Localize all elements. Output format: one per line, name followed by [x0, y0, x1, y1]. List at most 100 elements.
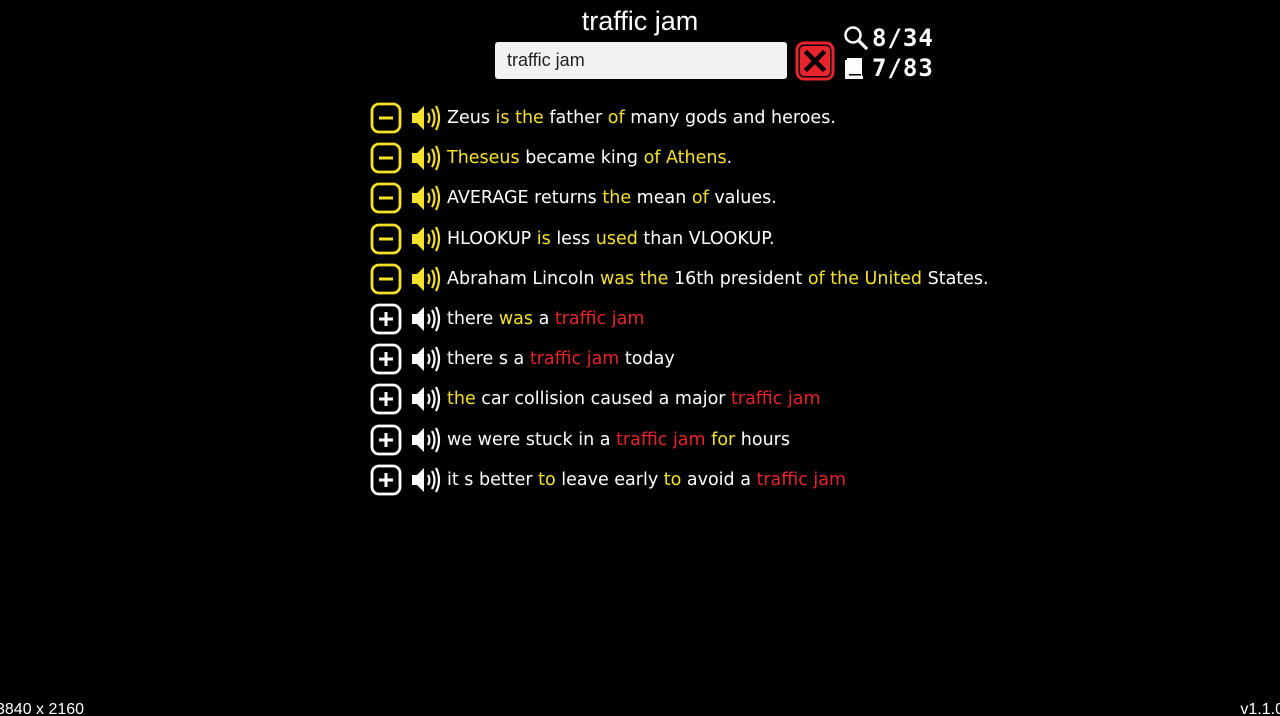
search-match-word: traffic jam	[616, 429, 706, 450]
play-audio-button[interactable]	[409, 424, 441, 456]
sentence-row: Zeus is the father of many gods and hero…	[369, 98, 1169, 138]
remove-sentence-button[interactable]	[369, 181, 403, 215]
speaker-icon	[412, 226, 441, 252]
speaker-icon	[412, 145, 441, 171]
sentence-row: Abraham Lincoln was the 16th president o…	[369, 259, 1169, 299]
known-word: is the	[495, 108, 544, 129]
book-icon	[845, 58, 863, 79]
search-match-word: traffic jam	[756, 469, 847, 490]
word: AVERAGE returns	[447, 188, 603, 209]
speaker-icon	[412, 105, 441, 131]
plus-icon	[370, 343, 402, 375]
known-word: of Athens	[643, 148, 727, 169]
page-title: traffic jam	[581, 6, 699, 36]
magnifier-icon	[844, 26, 869, 51]
sentence-text: Theseus became king of Athens.	[447, 148, 732, 168]
add-sentence-button[interactable]	[369, 463, 403, 497]
known-word: the	[447, 389, 476, 410]
sentence-text: Zeus is the father of many gods and hero…	[447, 108, 836, 128]
word: avoid a	[681, 469, 757, 490]
resolution-label: 3840 x 2160	[0, 701, 85, 716]
word: father	[543, 108, 608, 129]
remove-sentence-button[interactable]	[369, 262, 403, 296]
word: a	[533, 309, 555, 330]
sentence-text: Abraham Lincoln was the 16th president o…	[447, 269, 989, 289]
sentence-row: we were stuck in a traffic jam for hours	[369, 420, 1169, 460]
play-audio-button[interactable]	[409, 142, 441, 174]
speaker-icon	[412, 346, 441, 372]
word: it s better	[447, 469, 539, 490]
plus-icon	[370, 303, 402, 335]
speaker-icon	[412, 306, 441, 332]
sentence-row: HLOOKUP is less used than VLOOKUP.	[369, 219, 1169, 259]
sentence-row: there was a traffic jam	[369, 299, 1169, 339]
search-input[interactable]	[495, 42, 787, 79]
clear-search-button[interactable]	[795, 41, 835, 81]
minus-icon	[370, 142, 402, 174]
word: Zeus	[447, 108, 490, 129]
sentence-text: there was a traffic jam	[447, 309, 644, 329]
word: less	[550, 228, 596, 249]
remove-sentence-button[interactable]	[369, 222, 403, 256]
known-word: to	[663, 469, 682, 490]
speaker-icon	[412, 467, 441, 493]
minus-icon	[370, 223, 402, 255]
add-sentence-button[interactable]	[369, 302, 403, 336]
sentence-text: it s better to leave early to avoid a tr…	[447, 470, 846, 490]
play-audio-button[interactable]	[409, 303, 441, 335]
speaker-icon	[412, 185, 441, 211]
known-word: used	[595, 228, 638, 249]
play-audio-button[interactable]	[409, 343, 441, 375]
word: many gods and heroes.	[624, 108, 836, 129]
known-word: to	[538, 469, 556, 490]
stats-panel: 8/34 7/83	[843, 23, 953, 83]
search-match-word: traffic jam	[731, 389, 821, 410]
minus-icon	[370, 183, 402, 214]
search-count-row: 8/34	[843, 23, 953, 53]
remove-sentence-button[interactable]	[369, 141, 403, 175]
word: leave early	[555, 469, 664, 490]
word: became king	[519, 148, 644, 169]
sentence-row: AVERAGE returns the mean of values.	[369, 178, 1169, 218]
play-audio-button[interactable]	[409, 383, 441, 415]
play-audio-button[interactable]	[409, 182, 441, 214]
word: States.	[922, 268, 989, 289]
word: car collision caused a major	[475, 389, 732, 410]
version-label: v1.1.0	[1240, 701, 1280, 716]
sentence-text: we were stuck in a traffic jam for hours	[447, 430, 790, 450]
known-word: was the	[599, 268, 669, 289]
play-audio-button[interactable]	[409, 263, 441, 295]
add-sentence-button[interactable]	[369, 423, 403, 457]
word: values.	[708, 188, 777, 209]
sentence-row: Theseus became king of Athens.	[369, 138, 1169, 178]
play-audio-button[interactable]	[409, 102, 441, 134]
known-word: of	[607, 108, 625, 129]
word: than VLOOKUP.	[637, 228, 775, 249]
add-sentence-button[interactable]	[369, 382, 403, 416]
book-count: 7/83	[872, 54, 934, 82]
minus-icon	[370, 263, 402, 295]
add-sentence-button[interactable]	[369, 342, 403, 376]
app-root: traffic jam 8/34 7/83 Zeus is the	[0, 0, 1280, 716]
word: today	[619, 349, 675, 370]
sentence-text: HLOOKUP is less used than VLOOKUP.	[447, 229, 775, 249]
known-word: was	[498, 309, 534, 330]
search-count: 8/34	[872, 24, 934, 52]
close-icon	[795, 41, 835, 81]
sentence-row: the car collision caused a major traffic…	[369, 379, 1169, 419]
play-audio-button[interactable]	[409, 223, 441, 255]
play-audio-button[interactable]	[409, 464, 441, 496]
sentence-text: there s a traffic jam today	[447, 349, 675, 369]
word: there	[447, 309, 499, 330]
sentence-text: the car collision caused a major traffic…	[447, 389, 821, 409]
known-word: for	[711, 429, 736, 450]
word: hours	[735, 429, 790, 450]
plus-icon	[370, 464, 402, 496]
word: Abraham Lincoln	[447, 268, 600, 289]
word: HLOOKUP	[447, 228, 537, 249]
sentence-text: AVERAGE returns the mean of values.	[447, 188, 777, 208]
sentence-row: it s better to leave early to avoid a tr…	[369, 460, 1169, 500]
remove-sentence-button[interactable]	[369, 101, 403, 135]
word: 16th president	[668, 268, 808, 289]
word: there s a	[447, 349, 530, 370]
